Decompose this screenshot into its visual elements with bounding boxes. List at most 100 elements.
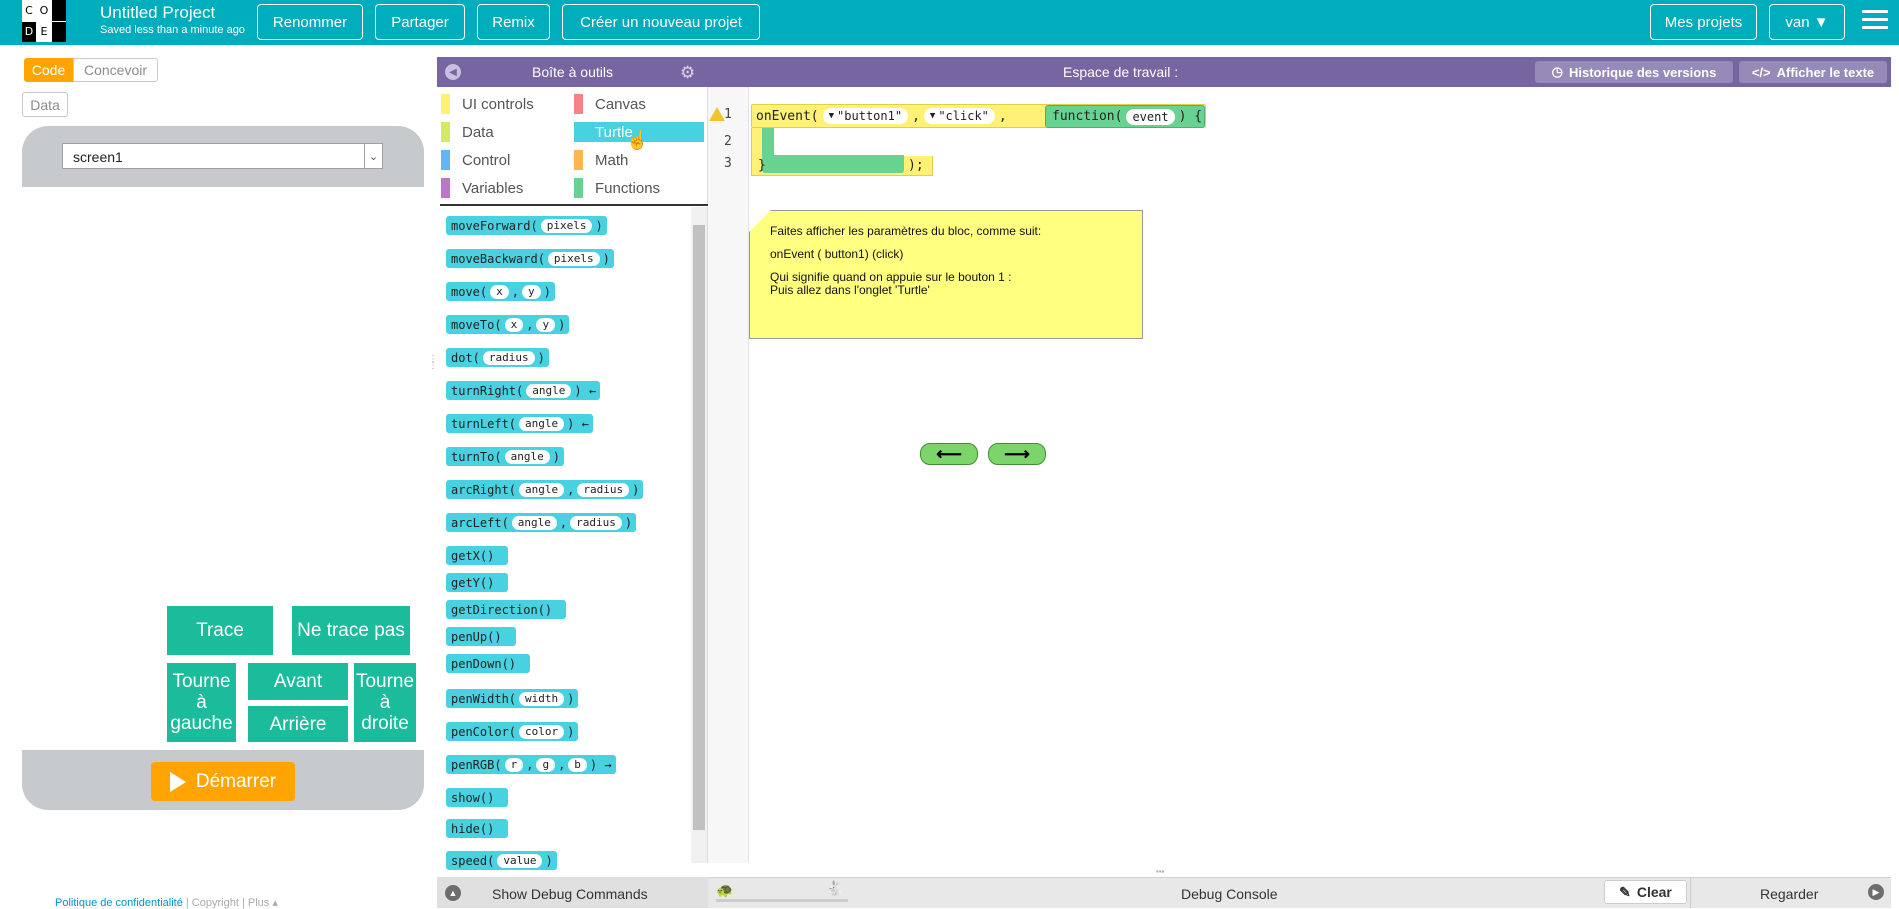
more-link[interactable]: Plus ▴ (248, 897, 278, 909)
block-param[interactable]: y (521, 284, 541, 299)
logo-letter-o: O (37, 0, 51, 21)
user-menu-button[interactable]: van ▼ (1769, 4, 1845, 40)
block-param[interactable]: pixels (540, 218, 593, 233)
category-control[interactable]: Control (441, 150, 566, 170)
block-param[interactable]: b (568, 757, 587, 772)
block-pendown[interactable]: penDown() (446, 654, 531, 673)
block-param[interactable]: y (536, 317, 556, 332)
block-param[interactable]: angle (519, 416, 565, 431)
close-brace: } (758, 158, 766, 173)
block-param[interactable]: g (536, 757, 556, 772)
block-moveto[interactable]: moveTo(x, y) (446, 315, 570, 334)
block-param[interactable]: x (504, 317, 524, 332)
run-button[interactable]: Démarrer (151, 762, 295, 801)
history-icon: ◷ (1551, 64, 1563, 79)
event-param[interactable]: event (1126, 108, 1175, 125)
block-param[interactable]: angle (504, 449, 550, 464)
block-tail: ) (567, 724, 575, 739)
new-project-button[interactable]: Créer un nouveau projet (562, 4, 760, 40)
block-param[interactable]: radius (570, 515, 622, 530)
block-penup[interactable]: penUp() (446, 627, 516, 646)
block-dot[interactable]: dot(radius) (446, 348, 549, 367)
category-math[interactable]: Math (574, 150, 704, 170)
rename-button[interactable]: Renommer (257, 4, 363, 40)
block-arcleft[interactable]: arcLeft(angle, radius) (446, 513, 637, 532)
category-data[interactable]: Data (441, 122, 566, 142)
screen-select[interactable]: screen1 (62, 143, 383, 169)
category-variables[interactable]: Variables (441, 178, 566, 198)
palette-scrollbar-thumb[interactable] (693, 225, 705, 830)
app-button-forward[interactable]: Avant (248, 663, 348, 700)
block-param[interactable]: angle (511, 515, 557, 530)
app-button-turn-left[interactable]: Tourne à gauche (167, 663, 236, 742)
block-move[interactable]: move(x, y) (446, 282, 555, 301)
chevron-up-icon[interactable]: ▲ (445, 885, 461, 901)
block-gety[interactable]: getY() (446, 573, 509, 592)
event-type-dropdown[interactable]: ▼ "click" (923, 108, 995, 124)
app-button-no-trace[interactable]: Ne trace pas (292, 606, 410, 655)
block-movebackward[interactable]: moveBackward(pixels) (446, 249, 614, 268)
show-text-button[interactable]: </> Afficher le texte (1739, 61, 1887, 83)
next-arrow-button[interactable]: ⟶ (988, 443, 1046, 465)
code-org-logo[interactable]: C O D E (22, 0, 66, 42)
block-penwidth[interactable]: penWidth(width) (446, 689, 579, 708)
comma: , (998, 108, 1007, 124)
chevron-right-icon[interactable]: ▶ (1868, 884, 1884, 900)
block-param[interactable]: r (504, 757, 524, 772)
remix-button[interactable]: Remix (477, 4, 550, 40)
block-turnleft[interactable]: turnLeft(angle) ← (446, 414, 593, 433)
app-button-turn-right[interactable]: Tourne à droite (354, 663, 416, 742)
block-param[interactable]: pixels (547, 251, 600, 266)
block-getx[interactable]: getX() (446, 546, 509, 565)
block-show[interactable]: show() (446, 788, 509, 807)
block-param[interactable]: x (490, 284, 509, 299)
prev-arrow-button[interactable]: ⟵ (920, 443, 978, 465)
copyright-link[interactable]: Copyright (192, 897, 239, 909)
block-turnto[interactable]: turnTo(angle) (446, 447, 564, 466)
tab-code[interactable]: Code (24, 58, 73, 82)
version-history-button[interactable]: ◷ Historique des versions (1535, 61, 1733, 83)
collapse-toolbox-icon[interactable]: ◀ (445, 64, 461, 80)
category-ui-controls[interactable]: UI controls (441, 94, 566, 114)
gear-icon[interactable]: ⚙ (680, 63, 695, 83)
block-param[interactable]: width (519, 691, 565, 706)
block-arcright[interactable]: arcRight(angle, radius) (446, 480, 644, 499)
app-button-backward[interactable]: Arrière (248, 706, 348, 742)
tab-data[interactable]: Data (22, 92, 68, 117)
block-tail: ) ← (567, 416, 589, 431)
show-debug-commands[interactable]: Show Debug Commands (492, 886, 648, 902)
clear-button[interactable]: ✎ Clear (1604, 880, 1687, 904)
block-tail: ) ← (574, 383, 597, 398)
block-pencolor[interactable]: penColor(color) (446, 722, 579, 741)
block-param[interactable]: radius (482, 350, 535, 365)
app-button-trace[interactable]: Trace (167, 606, 273, 655)
function-block[interactable]: function( event ) { (1045, 105, 1205, 128)
privacy-link[interactable]: Politique de confidentialité (55, 897, 183, 909)
element-id-dropdown[interactable]: ▼ "button1" (822, 108, 909, 124)
block-param[interactable]: color (519, 724, 565, 739)
tab-design[interactable]: Concevoir (73, 58, 158, 82)
share-button[interactable]: Partager (375, 4, 465, 40)
code-workspace[interactable] (749, 87, 1891, 863)
block-penrgb[interactable]: penRGB(r, g, b) → (446, 755, 616, 774)
block-hide[interactable]: hide() (446, 819, 509, 838)
block-tail: ) → (589, 757, 612, 772)
block-param[interactable]: radius (577, 482, 630, 497)
block-param[interactable]: value (497, 853, 543, 868)
hamburger-menu-icon[interactable] (1862, 10, 1888, 32)
block-getdirection[interactable]: getDirection() (446, 600, 567, 619)
warning-icon[interactable] (709, 107, 725, 121)
instruction-note: Faites afficher les paramètres du bloc, … (749, 210, 1143, 339)
block-speed[interactable]: speed(value) (446, 851, 557, 870)
my-projects-button[interactable]: Mes projets (1650, 4, 1757, 40)
panel-resize-handle[interactable]: ⋮ ⋮ (428, 355, 438, 377)
chevron-down-icon[interactable]: ⌄ (364, 144, 382, 168)
block-turnright[interactable]: turnRight(angle) ← (446, 381, 601, 400)
block-param[interactable]: angle (519, 482, 565, 497)
block-moveforward[interactable]: moveForward(pixels) (446, 216, 607, 235)
category-canvas[interactable]: Canvas (574, 94, 704, 114)
resize-grip-icon[interactable]: ▪▪▪ (1156, 867, 1172, 876)
block-param[interactable]: angle (526, 383, 572, 398)
category-functions[interactable]: Functions (574, 178, 704, 198)
speed-slider[interactable] (716, 899, 848, 902)
